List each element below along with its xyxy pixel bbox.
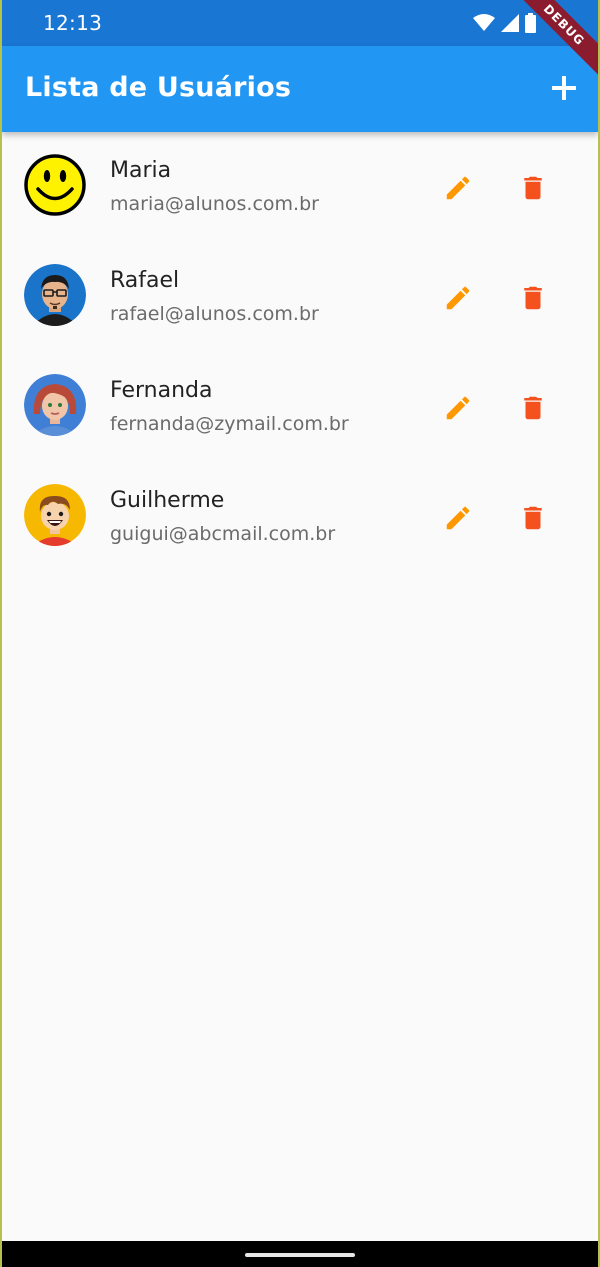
status-icons [473, 13, 536, 37]
edit-button[interactable] [436, 166, 480, 210]
boy-avatar [24, 484, 86, 546]
user-email: fernanda@zymail.com.br [110, 413, 349, 435]
man-glasses-avatar [24, 264, 86, 326]
edit-button[interactable] [436, 386, 480, 430]
status-time: 12:13 [43, 11, 103, 35]
pencil-icon [446, 286, 470, 310]
list-item[interactable]: Fernanda fernanda@zymail.com.br [2, 352, 598, 462]
smiley-avatar [24, 154, 86, 216]
user-email: guigui@abcmail.com.br [110, 523, 336, 545]
home-indicator[interactable] [245, 1253, 355, 1257]
delete-button[interactable] [511, 496, 555, 540]
delete-button[interactable] [511, 386, 555, 430]
woman-red-hair-avatar [24, 374, 86, 436]
user-name: Guilherme [110, 488, 225, 513]
pencil-icon [446, 396, 470, 420]
user-email: rafael@alunos.com.br [110, 303, 319, 325]
add-user-button[interactable] [544, 68, 584, 108]
trash-icon [524, 176, 542, 200]
cell-signal-icon [501, 14, 519, 36]
status-bar: 12:13 [2, 0, 598, 46]
page-title: Lista de Usuários [25, 72, 292, 103]
list-item[interactable]: Guilherme guigui@abcmail.com.br [2, 462, 598, 572]
user-name: Maria [110, 158, 172, 183]
trash-icon [524, 286, 542, 310]
plus-icon [552, 76, 576, 100]
app-bar: Lista de Usuários [2, 46, 598, 132]
user-list: Maria maria@alunos.com.br Rafael rafael@… [2, 132, 598, 572]
pencil-icon [446, 506, 470, 530]
battery-icon [525, 13, 536, 37]
trash-icon [524, 396, 542, 420]
user-name: Fernanda [110, 378, 213, 403]
delete-button[interactable] [511, 276, 555, 320]
trash-icon [524, 506, 542, 530]
edit-button[interactable] [436, 276, 480, 320]
phone-screen: 12:13 DEBUG Lista de Usuários Maria mari… [2, 0, 598, 1267]
user-name: Rafael [110, 268, 180, 293]
list-item[interactable]: Maria maria@alunos.com.br [2, 132, 598, 242]
user-email: maria@alunos.com.br [110, 193, 319, 215]
wifi-icon [473, 14, 495, 36]
pencil-icon [446, 176, 470, 200]
list-item[interactable]: Rafael rafael@alunos.com.br [2, 242, 598, 352]
delete-button[interactable] [511, 166, 555, 210]
navigation-bar [2, 1241, 598, 1267]
edit-button[interactable] [436, 496, 480, 540]
